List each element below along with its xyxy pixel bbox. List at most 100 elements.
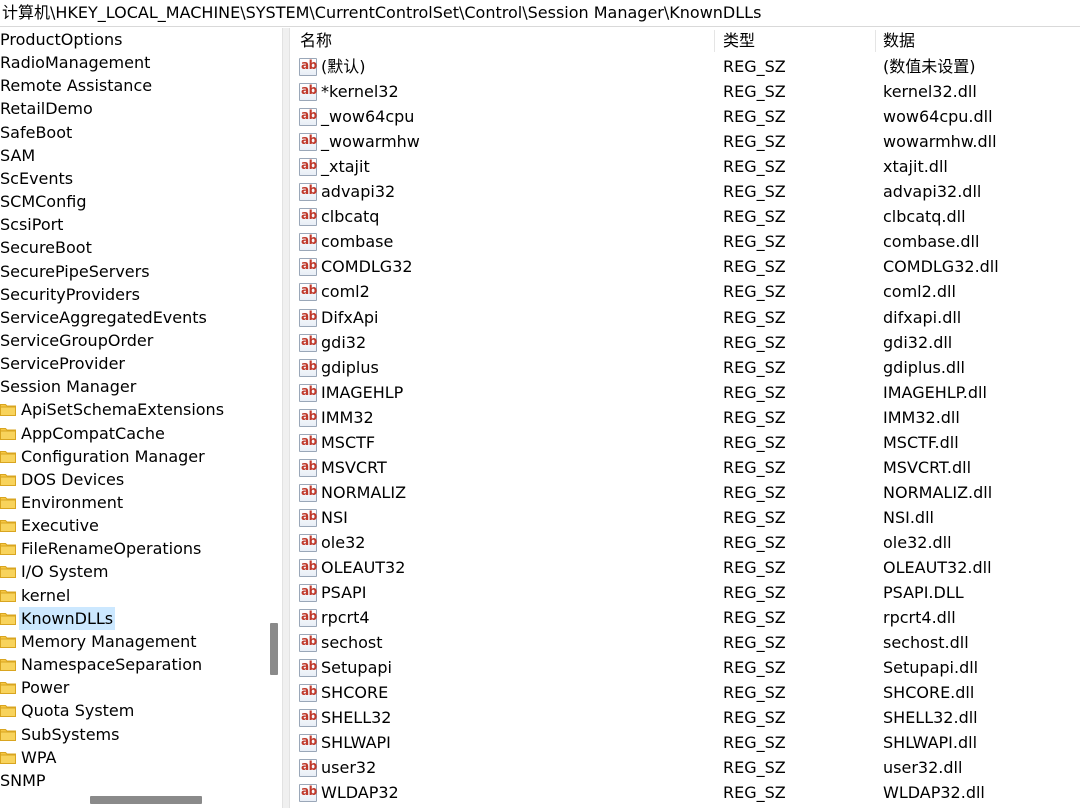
tree-vertical-scrollbar[interactable] [264,28,282,788]
value-row[interactable]: ab rpcrt4 REG_SZ rpcrt4.dll [290,605,1080,630]
string-value-icon: ab [299,58,317,76]
values-pane: 名称 类型 数据 ab (默认) REG_SZ (数值未设置) ab *kernel32 R… [290,28,1080,808]
value-row[interactable]: ab SHCORE REG_SZ SHCORE.dll [290,680,1080,705]
value-row[interactable]: ab sechost REG_SZ sechost.dll [290,630,1080,655]
value-data: (数值未设置) [883,57,976,76]
value-row[interactable]: ab combase REG_SZ combase.dll [290,229,1080,254]
value-row[interactable]: ab OLEAUT32 REG_SZ OLEAUT32.dll [290,555,1080,580]
string-value-icon: ab [299,108,317,126]
tree-item-label: ServiceProvider [0,354,126,373]
string-value-glyph: ab [301,584,317,598]
folder-icon [0,659,16,671]
value-row[interactable]: ab NORMALIZ REG_SZ NORMALIZ.dll [290,480,1080,505]
value-row[interactable]: ab WLDAP32 REG_SZ WLDAP32.dll [290,780,1080,805]
folder-icon [0,682,16,694]
value-name: gdi32 [321,333,367,352]
value-row[interactable]: ab _wowarmhw REG_SZ wowarmhw.dll [290,129,1080,154]
value-type: REG_SZ [723,107,786,126]
string-value-glyph: ab [301,133,317,147]
value-data: NORMALIZ.dll [883,483,993,502]
value-row[interactable]: ab _wow64cpu REG_SZ wow64cpu.dll [290,104,1080,129]
value-row[interactable]: ab NSI REG_SZ NSI.dll [290,505,1080,530]
tree-item-label: Power [21,678,70,697]
tree-item-label: FileRenameOperations [21,539,202,558]
value-row[interactable]: ab gdiplus REG_SZ gdiplus.dll [290,355,1080,380]
value-name: SHELL32 [321,708,392,727]
tree-item-label: ServiceAggregatedEvents [0,308,207,327]
value-name: NSI [321,508,348,527]
value-row[interactable]: ab coml2 REG_SZ coml2.dll [290,279,1080,304]
column-header-type[interactable]: 类型 [723,28,755,53]
string-value-icon: ab [299,158,317,176]
string-value-glyph: ab [301,784,317,798]
column-divider[interactable] [875,30,876,52]
column-divider[interactable] [714,30,715,52]
value-type: REG_SZ [723,633,786,652]
string-value-glyph: ab [301,659,317,673]
value-type: REG_SZ [723,82,786,101]
value-row[interactable]: ab IMM32 REG_SZ IMM32.dll [290,405,1080,430]
tree-horizontal-scrollbar[interactable] [0,790,264,808]
address-bar[interactable]: 计算机\HKEY_LOCAL_MACHINE\SYSTEM\CurrentCon… [0,0,1080,27]
value-name: SHCORE [321,683,389,702]
value-row[interactable]: ab Setupapi REG_SZ Setupapi.dll [290,655,1080,680]
value-data: sechost.dll [883,633,969,652]
tree-item-label: RetailDemo [0,99,93,118]
value-row[interactable]: ab user32 REG_SZ user32.dll [290,755,1080,780]
value-row[interactable]: ab gdi32 REG_SZ gdi32.dll [290,330,1080,355]
value-row[interactable]: ab COMDLG32 REG_SZ COMDLG32.dll [290,254,1080,279]
folder-icon [0,613,16,625]
value-data: SHLWAPI.dll [883,733,978,752]
value-type: REG_SZ [723,57,786,76]
value-row[interactable]: ab ole32 REG_SZ ole32.dll [290,530,1080,555]
column-header-name[interactable]: 名称 [300,28,332,53]
folder-icon [0,497,16,509]
value-row[interactable]: ab advapi32 REG_SZ advapi32.dll [290,179,1080,204]
value-row[interactable]: ab PSAPI REG_SZ PSAPI.DLL [290,580,1080,605]
string-value-icon: ab [299,409,317,427]
value-type: REG_SZ [723,157,786,176]
value-data: gdi32.dll [883,333,953,352]
value-type: REG_SZ [723,483,786,502]
value-data: wowarmhw.dll [883,132,997,151]
tree-item-label: SecureBoot [0,238,92,257]
string-value-glyph: ab [301,208,317,222]
value-row[interactable]: ab _xtajit REG_SZ xtajit.dll [290,154,1080,179]
value-data: WLDAP32.dll [883,783,985,802]
values-list-header: 名称 类型 数据 [290,28,1080,53]
value-name: WLDAP32 [321,783,399,802]
value-name: IMAGEHLP [321,383,404,402]
value-data: kernel32.dll [883,82,977,101]
string-value-glyph: ab [301,158,317,172]
column-header-data[interactable]: 数据 [883,28,915,53]
value-row[interactable]: ab IMAGEHLP REG_SZ IMAGEHLP.dll [290,380,1080,405]
string-value-glyph: ab [301,108,317,122]
value-name: SHLWAPI [321,733,391,752]
string-value-glyph: ab [301,634,317,648]
value-row[interactable]: ab *kernel32 REG_SZ kernel32.dll [290,79,1080,104]
tree-horizontal-scroll-thumb[interactable] [90,796,202,804]
tree-item-label: Executive [21,516,99,535]
string-value-icon: ab [299,709,317,727]
value-type: REG_SZ [723,207,786,226]
tree-vertical-scroll-thumb[interactable] [270,623,278,675]
value-row[interactable]: ab clbcatq REG_SZ clbcatq.dll [290,204,1080,229]
value-row[interactable]: ab MSCTF REG_SZ MSCTF.dll [290,430,1080,455]
value-name: _wowarmhw [321,132,420,151]
value-type: REG_SZ [723,508,786,527]
value-type: REG_SZ [723,308,786,327]
value-type: REG_SZ [723,408,786,427]
string-value-glyph: ab [301,759,317,773]
value-row[interactable]: ab SHELL32 REG_SZ SHELL32.dll [290,705,1080,730]
pane-splitter[interactable] [282,28,290,808]
value-type: REG_SZ [723,708,786,727]
value-row[interactable]: ab DifxApi REG_SZ difxapi.dll [290,305,1080,330]
value-name: MSVCRT [321,458,387,477]
value-row[interactable]: ab MSVCRT REG_SZ MSVCRT.dll [290,455,1080,480]
value-name: clbcatq [321,207,380,226]
value-name: MSCTF [321,433,376,452]
value-row[interactable]: ab SHLWAPI REG_SZ SHLWAPI.dll [290,730,1080,755]
tree-item-label: SecurityProviders [0,285,140,304]
value-row[interactable]: ab (默认) REG_SZ (数值未设置) [290,54,1080,79]
value-data: PSAPI.DLL [883,583,964,602]
